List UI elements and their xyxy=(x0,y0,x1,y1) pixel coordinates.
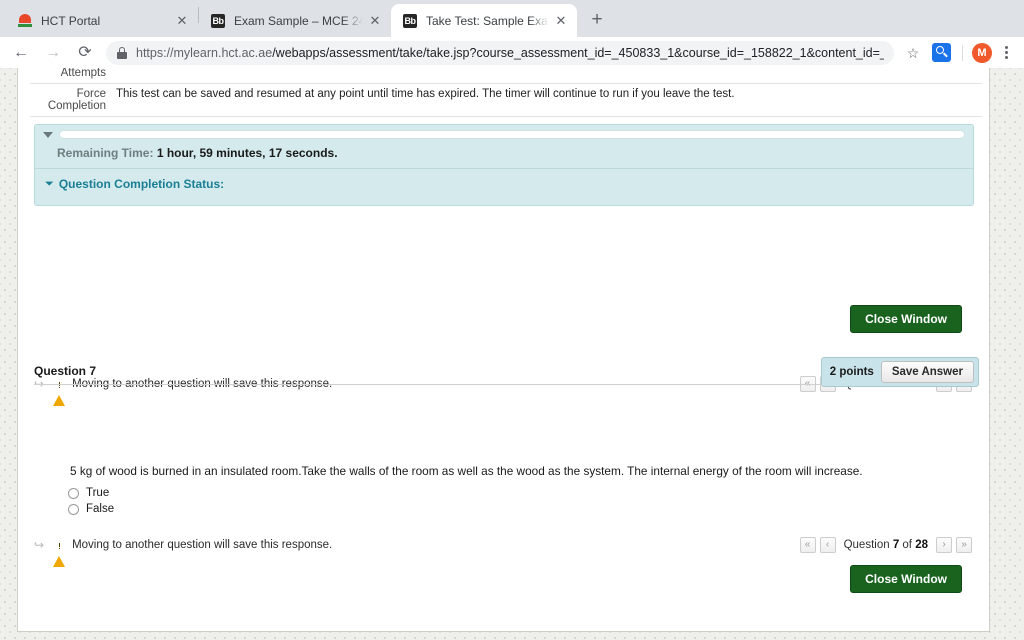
remaining-time: Remaining Time: 1 hour, 59 minutes, 17 s… xyxy=(35,139,973,169)
nav-first-button[interactable]: « xyxy=(800,537,816,553)
nav-next-button[interactable]: › xyxy=(936,537,952,553)
counter-middle: of xyxy=(899,539,915,551)
question-nav-bottom: « ‹ Question 7 of 28 › » xyxy=(798,537,974,553)
address-bar[interactable]: https://mylearn.hct.ac.ae/webapps/assess… xyxy=(106,41,894,65)
tab-title: HCT Portal xyxy=(41,14,170,28)
timer-progress-bar xyxy=(59,130,965,139)
blackboard-icon: Bb xyxy=(402,13,418,29)
notice-text: Moving to another question will save thi… xyxy=(72,539,332,551)
save-answer-button[interactable]: Save Answer xyxy=(881,361,974,383)
points-and-save: 2 points Save Answer xyxy=(821,357,979,387)
timer-panel: Remaining Time: 1 hour, 59 minutes, 17 s… xyxy=(34,124,974,206)
browser-toolbar: ← → ⟳ https://mylearn.hct.ac.ae/webapps/… xyxy=(0,37,1024,68)
return-arrow-icon: ↪ xyxy=(34,538,44,552)
browser-tab-hct-portal[interactable]: HCT Portal ✕ xyxy=(6,4,198,37)
question-completion-status[interactable]: ⏷ Question Completion Status: xyxy=(35,169,973,191)
close-window-button-top[interactable]: Close Window xyxy=(850,305,962,333)
page-viewport: Warnings appear when half the time, 5 mi… xyxy=(0,68,1024,640)
timer-progress-row xyxy=(35,125,973,139)
test-info-table: Warnings appear when half the time, 5 mi… xyxy=(30,68,982,117)
back-arrow-icon[interactable]: ← xyxy=(8,40,34,66)
nav-last-button[interactable]: » xyxy=(956,537,972,553)
table-row: Force Completion This test can be saved … xyxy=(30,84,982,117)
test-content-frame: Warnings appear when half the time, 5 mi… xyxy=(17,68,990,632)
question-counter: Question 7 of 28 xyxy=(844,539,928,551)
avatar[interactable]: M xyxy=(972,43,992,63)
close-icon[interactable]: ✕ xyxy=(367,13,383,29)
option-label: False xyxy=(86,503,114,515)
notice-left-bottom: ↪ Moving to another question will save t… xyxy=(34,538,332,552)
hct-logo-icon xyxy=(17,13,33,29)
close-icon[interactable]: ✕ xyxy=(174,13,190,29)
remaining-time-label: Remaining Time: xyxy=(57,146,153,160)
remaining-time-value: 1 hour, 59 minutes, 17 seconds. xyxy=(157,146,338,160)
browser-tab-exam-sample[interactable]: Bb Exam Sample – MCE 2403 - Th ✕ xyxy=(199,4,391,37)
info-label: Multiple Attempts xyxy=(30,68,116,79)
option-true[interactable]: True xyxy=(68,487,114,499)
close-window-button-bottom[interactable]: Close Window xyxy=(850,565,962,593)
info-value: This test can be saved and resumed at an… xyxy=(116,88,982,112)
reload-icon[interactable]: ⟳ xyxy=(72,40,98,66)
url-path: /webapps/assessment/take/take.jsp?course… xyxy=(272,46,884,60)
caret-down-icon[interactable] xyxy=(43,132,53,138)
forward-arrow-icon[interactable]: → xyxy=(40,40,66,66)
kebab-menu-icon[interactable] xyxy=(996,44,1016,61)
radio-button[interactable] xyxy=(68,504,79,515)
counter-total: 28 xyxy=(915,539,928,551)
info-value: Not allowed. This test can only be taken… xyxy=(116,68,982,79)
close-icon[interactable]: ✕ xyxy=(553,13,569,29)
tab-strip: HCT Portal ✕ Bb Exam Sample – MCE 2403 -… xyxy=(0,0,1024,37)
question-completion-status-label[interactable]: Question Completion Status: xyxy=(59,177,224,191)
url-origin: https://mylearn.hct.ac.ae xyxy=(136,46,272,60)
blackboard-icon: Bb xyxy=(210,13,226,29)
counter-prefix: Question xyxy=(844,539,893,551)
points-label: 2 points xyxy=(830,366,874,378)
answer-options: True False xyxy=(68,487,114,519)
notice-row-bottom: ↪ Moving to another question will save t… xyxy=(34,537,974,553)
radio-button[interactable] xyxy=(68,488,79,499)
tab-title: Take Test: Sample Exam –MCE xyxy=(426,14,549,28)
double-chevron-down-icon[interactable]: ⏷ xyxy=(45,179,54,190)
tab-title: Exam Sample – MCE 2403 - Th xyxy=(234,14,363,28)
warning-triangle-icon xyxy=(53,539,66,551)
browser-tab-take-test[interactable]: Bb Take Test: Sample Exam –MCE ✕ xyxy=(391,4,577,37)
info-label: Force Completion xyxy=(30,88,116,112)
lock-icon xyxy=(116,47,128,59)
new-tab-button[interactable]: + xyxy=(583,6,611,34)
star-icon[interactable]: ☆ xyxy=(900,40,926,66)
option-false[interactable]: False xyxy=(68,503,114,515)
option-label: True xyxy=(86,487,109,499)
toolbar-divider xyxy=(962,45,963,61)
browser-window: HCT Portal ✕ Bb Exam Sample – MCE 2403 -… xyxy=(0,0,1024,640)
page-title: Question 7 xyxy=(34,364,96,378)
question-text: 5 kg of wood is burned in an insulated r… xyxy=(70,464,970,478)
search-extension-icon[interactable] xyxy=(932,43,951,62)
table-row: Multiple Attempts Not allowed. This test… xyxy=(30,68,982,84)
nav-prev-button[interactable]: ‹ xyxy=(820,537,836,553)
